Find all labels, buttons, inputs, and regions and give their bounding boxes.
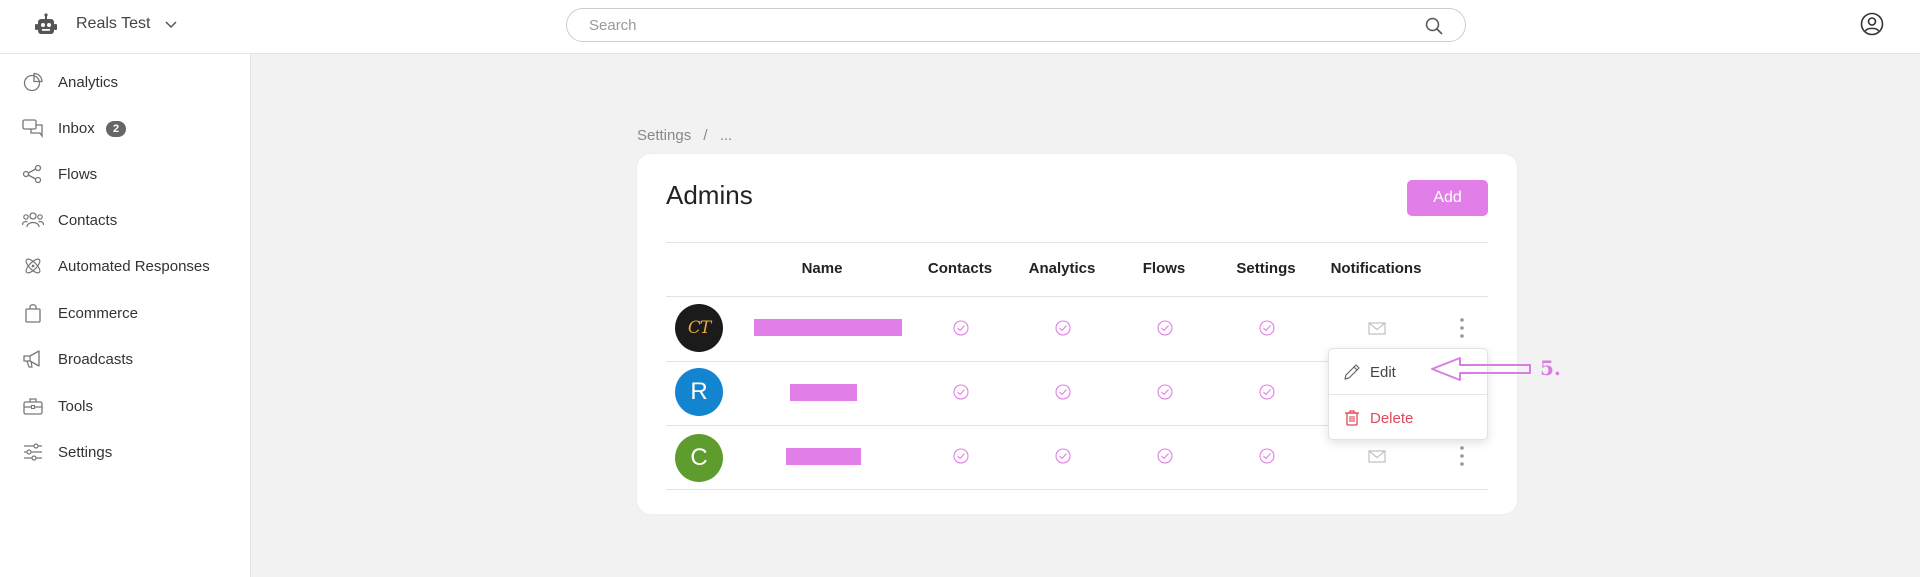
more-vertical-icon[interactable] bbox=[1458, 444, 1466, 468]
header-divider bbox=[666, 296, 1488, 297]
redacted-name bbox=[754, 319, 902, 336]
check-circle-icon bbox=[953, 320, 969, 336]
sidebar-item-analytics[interactable]: Analytics bbox=[0, 62, 250, 102]
sidebar-item-label: Automated Responses bbox=[58, 258, 210, 275]
sidebar-item-label: Analytics bbox=[58, 74, 119, 91]
chat-bubbles-icon bbox=[22, 119, 43, 138]
search-icon[interactable] bbox=[1425, 17, 1443, 35]
sidebar-item-settings[interactable]: Settings bbox=[0, 432, 250, 472]
breadcrumb-separator: / bbox=[703, 127, 708, 144]
trash-icon bbox=[1345, 410, 1359, 426]
megaphone-icon bbox=[23, 350, 40, 368]
redacted-name bbox=[786, 448, 861, 465]
sidebar-item-automated-responses[interactable]: Automated Responses bbox=[0, 246, 250, 286]
check-circle-icon bbox=[1157, 448, 1173, 464]
admins-card: Admins Add Name Contacts Analytics Flows… bbox=[637, 154, 1517, 514]
search-input[interactable] bbox=[589, 17, 1389, 34]
column-header-analytics: Analytics bbox=[1028, 260, 1096, 277]
sidebar-item-label: Flows bbox=[58, 166, 98, 183]
column-header-notifications: Notifications bbox=[1330, 260, 1422, 277]
atom-icon bbox=[25, 258, 41, 274]
menu-divider bbox=[1329, 394, 1487, 395]
breadcrumb: Settings / ... bbox=[637, 127, 740, 144]
check-circle-icon bbox=[1157, 384, 1173, 400]
sidebar-item-flows[interactable]: Flows bbox=[0, 154, 250, 194]
breadcrumb-settings-link[interactable]: Settings bbox=[637, 127, 691, 144]
breadcrumb-current: ... bbox=[719, 127, 733, 144]
sidebar-item-label: Tools bbox=[58, 398, 94, 415]
check-circle-icon bbox=[953, 384, 969, 400]
table-top-divider bbox=[666, 242, 1488, 243]
delete-menu-item[interactable]: Delete bbox=[1329, 396, 1487, 440]
flow-nodes-icon bbox=[22, 164, 42, 184]
column-header-contacts: Contacts bbox=[927, 260, 993, 277]
sidebar-item-label: Broadcasts bbox=[58, 351, 134, 368]
column-header-name: Name bbox=[801, 260, 843, 277]
column-header-settings: Settings bbox=[1236, 260, 1296, 277]
check-circle-icon bbox=[953, 448, 969, 464]
sidebar-item-contacts[interactable]: Contacts bbox=[0, 200, 250, 240]
delete-label: Delete bbox=[1370, 410, 1414, 427]
avatar: C bbox=[675, 434, 723, 482]
chevron-down-icon[interactable] bbox=[164, 18, 178, 32]
unread-badge: 2 bbox=[106, 121, 126, 137]
mail-icon bbox=[1368, 322, 1386, 335]
mail-icon bbox=[1368, 450, 1386, 463]
check-circle-icon bbox=[1157, 320, 1173, 336]
sidebar: Analytics Inbox 2 Flows Contacts Automat… bbox=[0, 54, 251, 577]
sidebar-item-label: Inbox bbox=[58, 120, 95, 137]
workspace-name[interactable]: Reals Test bbox=[76, 15, 150, 33]
check-circle-icon bbox=[1055, 384, 1071, 400]
people-icon bbox=[22, 212, 44, 228]
pie-chart-icon bbox=[23, 72, 43, 92]
sidebar-item-inbox[interactable]: Inbox 2 bbox=[0, 108, 250, 148]
annotation-arrow-icon bbox=[1431, 357, 1531, 381]
sidebar-item-ecommerce[interactable]: Ecommerce bbox=[0, 293, 250, 333]
more-vertical-icon[interactable] bbox=[1458, 316, 1466, 340]
page-title: Admins bbox=[666, 180, 753, 210]
check-circle-icon bbox=[1259, 384, 1275, 400]
sidebar-item-label: Ecommerce bbox=[58, 305, 139, 322]
sidebar-item-broadcasts[interactable]: Broadcasts bbox=[0, 339, 250, 379]
redacted-name bbox=[790, 384, 857, 401]
toolbox-icon bbox=[23, 398, 43, 415]
sidebar-item-tools[interactable]: Tools bbox=[0, 386, 250, 426]
check-circle-icon bbox=[1259, 448, 1275, 464]
avatar: CT bbox=[675, 304, 723, 352]
add-admin-button[interactable]: Add bbox=[1407, 180, 1488, 216]
check-circle-icon bbox=[1259, 320, 1275, 336]
top-header: Reals Test bbox=[0, 0, 1920, 54]
user-circle-icon[interactable] bbox=[1860, 12, 1884, 36]
sliders-icon bbox=[24, 443, 42, 461]
check-circle-icon bbox=[1055, 448, 1071, 464]
search-bar bbox=[566, 8, 1466, 42]
avatar: R bbox=[675, 368, 723, 416]
check-circle-icon bbox=[1055, 320, 1071, 336]
sidebar-item-label: Contacts bbox=[58, 212, 118, 229]
sidebar-item-label: Settings bbox=[58, 444, 113, 461]
edit-label: Edit bbox=[1370, 364, 1396, 381]
row-divider bbox=[666, 489, 1488, 490]
shopping-bag-icon bbox=[25, 304, 41, 323]
pencil-icon bbox=[1344, 364, 1360, 380]
robot-icon[interactable] bbox=[33, 13, 59, 39]
annotation-label: 5. bbox=[1540, 356, 1561, 380]
column-header-flows: Flows bbox=[1142, 260, 1186, 277]
